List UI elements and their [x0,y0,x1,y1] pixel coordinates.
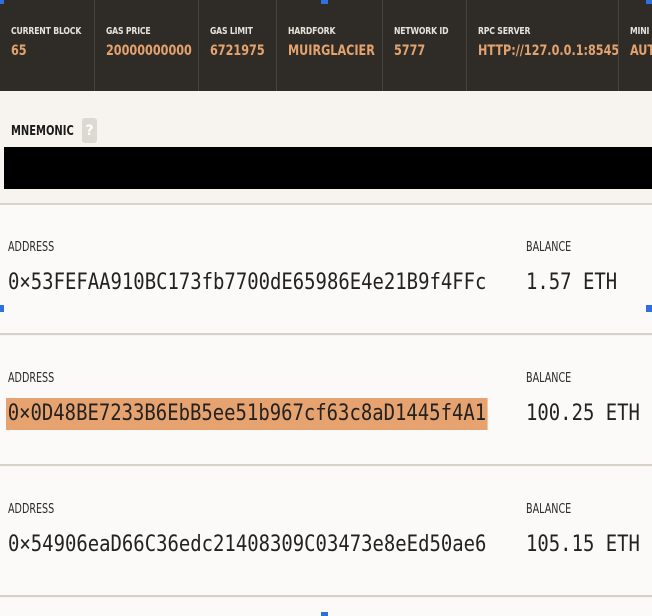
status-label: HARDFORK [288,26,336,37]
address-label: ADDRESS [8,502,55,517]
status-mining: MINI AUT [619,0,652,91]
status-value: 5777 [394,43,426,59]
selection-handle[interactable] [0,305,4,312]
status-hardfork: HARDFORK MUIRGLACIER [277,0,383,91]
mnemonic-redacted-box[interactable] [4,147,652,189]
balance-label: BALANCE [526,502,572,517]
selection-handle[interactable] [321,612,328,616]
status-value: 20000000000 [106,43,192,59]
account-row[interactable]: ADDRESS 0×0D48BE7233B6EbB5ee51b967cf63c8… [0,336,652,466]
account-address[interactable]: 0×53FEFAA910BC173fb7700dE65986E4e21B9f4F… [8,267,486,299]
status-label: CURRENT BLOCK [11,26,82,37]
status-value: 6721975 [210,43,265,59]
status-label: RPC SERVER [478,26,531,37]
status-network-id: NETWORK ID 5777 [383,0,467,91]
account-row[interactable]: ADDRESS 0×53FEFAA910BC173fb7700dE65986E4… [0,205,652,335]
selection-handle[interactable] [321,0,328,4]
account-balance: 100.25 ETH [526,401,640,426]
selection-handle[interactable] [646,0,652,4]
status-value: AUT [630,43,652,59]
selection-handle[interactable] [646,305,652,312]
account-address-selected[interactable]: 0×0D48BE7233B6EbB5ee51b967cf63c8aD1445f4… [6,398,488,430]
mnemonic-section: MNEMONIC ? [0,91,652,205]
status-value: MUIRGLACIER [288,43,375,59]
status-label: NETWORK ID [394,26,449,37]
ganache-accounts-page: CURRENT BLOCK 65 GAS PRICE 20000000000 G… [0,0,652,616]
account-row[interactable]: ADDRESS 0×54906eaD66C36edc21408309C03473… [0,467,652,597]
balance-label: BALANCE [526,240,572,255]
mnemonic-header: MNEMONIC ? [11,118,97,143]
mnemonic-label: MNEMONIC [11,122,74,139]
balance-label: BALANCE [526,371,572,386]
address-label: ADDRESS [8,371,55,386]
status-value: HTTP://127.0.0.1:8545 [478,43,619,59]
blockchain-status-bar: CURRENT BLOCK 65 GAS PRICE 20000000000 G… [0,0,652,91]
status-gas-limit: GAS LIMIT 6721975 [199,0,277,91]
address-label: ADDRESS [8,240,55,255]
account-address[interactable]: 0×54906eaD66C36edc21408309C03473e8eEd50a… [8,529,486,561]
status-gas-price: GAS PRICE 20000000000 [95,0,199,91]
status-rpc-server: RPC SERVER HTTP://127.0.0.1:8545 [467,0,619,91]
help-icon[interactable]: ? [82,118,97,143]
status-label: MINI [630,26,650,37]
status-value: 65 [11,43,27,59]
selection-handle[interactable] [0,0,4,4]
account-balance: 105.15 ETH [526,532,640,557]
status-current-block: CURRENT BLOCK 65 [0,0,95,91]
account-balance: 1.57 ETH [526,270,618,295]
status-label: GAS LIMIT [210,26,253,37]
status-label: GAS PRICE [106,26,151,37]
